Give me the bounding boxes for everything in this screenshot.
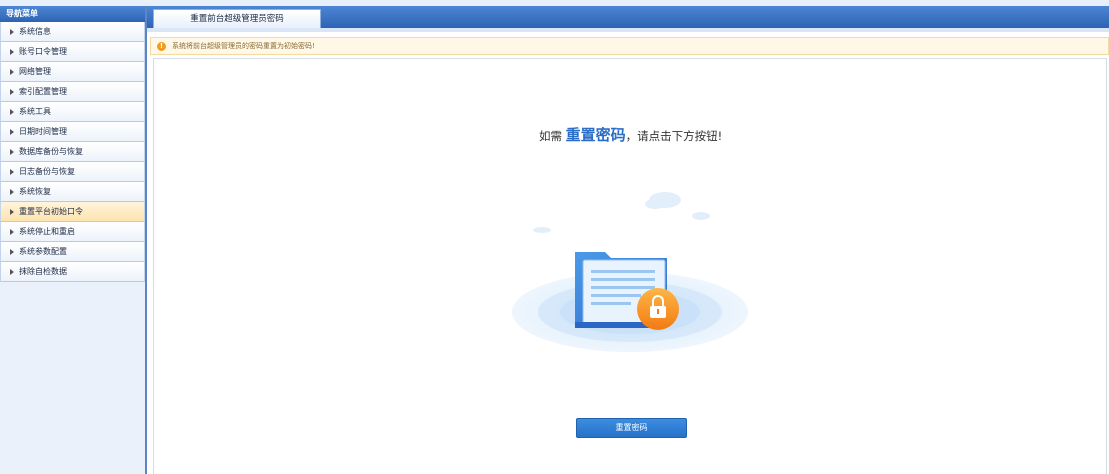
- arrow-right-icon: [10, 129, 14, 135]
- sidebar-item-label: 系统参数配置: [19, 247, 67, 256]
- sidebar-item-label: 账号口令管理: [19, 47, 67, 56]
- sidebar: 导航菜单 系统信息 账号口令管理 网络管理 索引配置管理 系统工具 日期时间管理…: [0, 6, 147, 474]
- cloud-icon: [533, 192, 710, 233]
- prompt-suffix: ，请点击下方按钮!: [625, 129, 723, 143]
- arrow-right-icon: [10, 269, 14, 275]
- arrow-right-icon: [10, 29, 14, 35]
- sidebar-item-label: 索引配置管理: [19, 87, 67, 96]
- sidebar-item-account-password[interactable]: 账号口令管理: [0, 42, 145, 62]
- sidebar-item-datetime[interactable]: 日期时间管理: [0, 122, 145, 142]
- sidebar-item-label: 日志备份与恢复: [19, 167, 75, 176]
- notice-bar: ! 系统将前台超级管理员的密码重置为初始密码!: [150, 37, 1109, 55]
- arrow-right-icon: [10, 209, 14, 215]
- prompt-highlight: 重置密码: [565, 126, 626, 144]
- arrow-right-icon: [10, 229, 14, 235]
- sidebar-item-label: 抹除自检数据: [19, 267, 67, 276]
- sidebar-item-label: 重置平台初始口令: [19, 207, 83, 216]
- warning-icon: !: [157, 42, 166, 51]
- arrow-right-icon: [10, 249, 14, 255]
- arrow-right-icon: [10, 49, 14, 55]
- arrow-right-icon: [10, 169, 14, 175]
- sidebar-item-system-info[interactable]: 系统信息: [0, 22, 145, 42]
- lock-icon: [637, 288, 679, 330]
- sidebar-item-network[interactable]: 网络管理: [0, 62, 145, 82]
- reset-password-button[interactable]: 重置密码: [576, 418, 687, 438]
- sidebar-item-stop-restart[interactable]: 系统停止和重启: [0, 222, 145, 242]
- locked-document-illustration: [512, 192, 748, 352]
- sidebar-item-params[interactable]: 系统参数配置: [0, 242, 145, 262]
- tab-reset-admin-password[interactable]: 重置前台超级管理员密码: [153, 9, 321, 28]
- sidebar-item-index-config[interactable]: 索引配置管理: [0, 82, 145, 102]
- prompt-prefix: 如需: [539, 129, 562, 143]
- sidebar-item-label: 数据库备份与恢复: [19, 147, 83, 156]
- sidebar-item-log-backup[interactable]: 日志备份与恢复: [0, 162, 145, 182]
- sidebar-item-label: 系统信息: [19, 27, 51, 36]
- arrow-right-icon: [10, 149, 14, 155]
- arrow-right-icon: [10, 189, 14, 195]
- arrow-right-icon: [10, 69, 14, 75]
- sidebar-item-erase-selftest[interactable]: 抹除自检数据: [0, 262, 145, 282]
- sidebar-item-label: 日期时间管理: [19, 127, 67, 136]
- sidebar-item-label: 网络管理: [19, 67, 51, 76]
- sidebar-item-system-tools[interactable]: 系统工具: [0, 102, 145, 122]
- sidebar-item-reset-password[interactable]: 重置平台初始口令: [0, 202, 145, 222]
- arrow-right-icon: [10, 89, 14, 95]
- sidebar-item-label: 系统工具: [19, 107, 51, 116]
- sidebar-item-db-backup[interactable]: 数据库备份与恢复: [0, 142, 145, 162]
- sidebar-item-label: 系统停止和重启: [19, 227, 75, 236]
- sidebar-item-label: 系统恢复: [19, 187, 51, 196]
- notice-text: 系统将前台超级管理员的密码重置为初始密码!: [172, 42, 315, 50]
- sidebar-menu: 系统信息 账号口令管理 网络管理 索引配置管理 系统工具 日期时间管理 数据库备…: [0, 22, 145, 282]
- sidebar-title: 导航菜单: [0, 6, 145, 22]
- sidebar-item-system-restore[interactable]: 系统恢复: [0, 182, 145, 202]
- tab-bar: 重置前台超级管理员密码: [147, 6, 1109, 28]
- arrow-right-icon: [10, 109, 14, 115]
